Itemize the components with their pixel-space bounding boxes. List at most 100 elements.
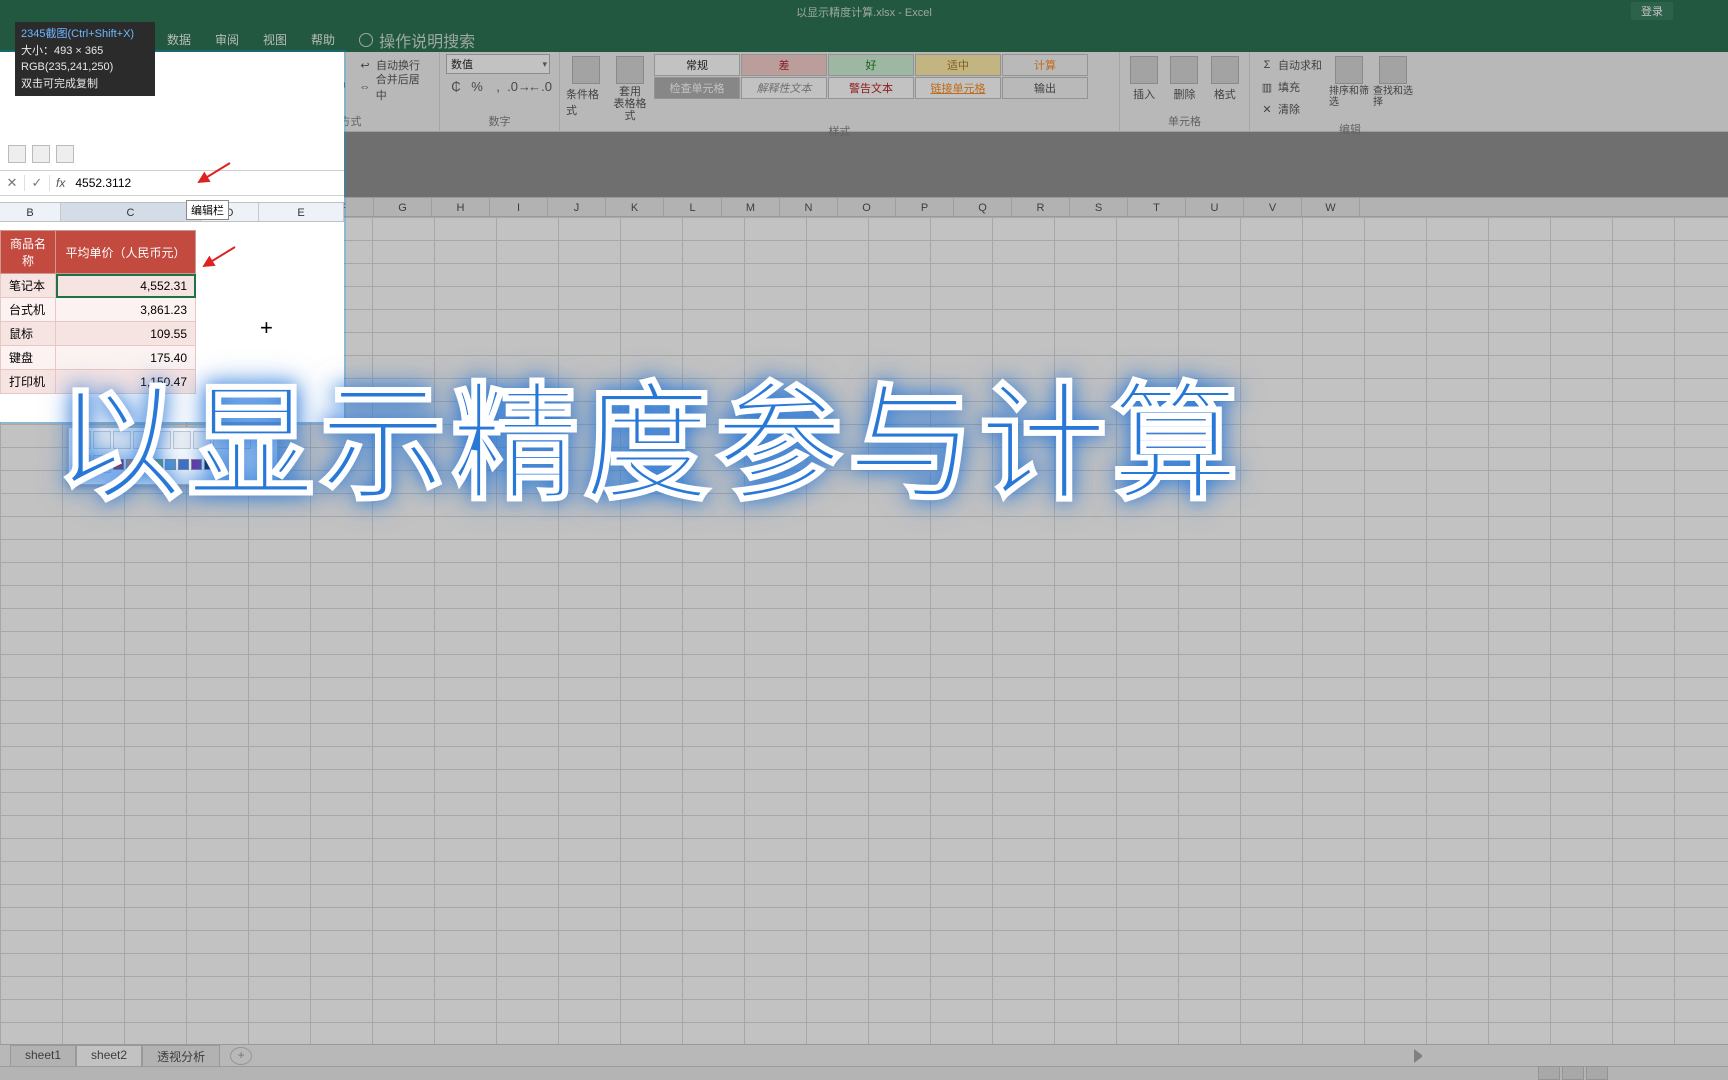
- sheet-tab[interactable]: 透视分析: [142, 1045, 220, 1067]
- tell-me[interactable]: 操作说明搜索: [359, 28, 475, 52]
- color-swatch[interactable]: [152, 459, 163, 470]
- table-cell[interactable]: 4,552.31: [56, 274, 196, 298]
- column-header[interactable]: M: [722, 198, 780, 216]
- table-cell[interactable]: 3,861.23: [56, 298, 196, 322]
- qat-button[interactable]: [32, 145, 50, 163]
- ribbon-tab[interactable]: 审阅: [203, 27, 251, 52]
- color-swatch[interactable]: [126, 459, 137, 470]
- style-cell[interactable]: 好: [828, 54, 914, 76]
- color-swatch[interactable]: [165, 459, 176, 470]
- autosum-button[interactable]: Σ自动求和: [1256, 54, 1325, 76]
- cell-cursor-icon: +: [260, 315, 273, 341]
- normal-view-button[interactable]: [1538, 1066, 1560, 1080]
- red-arrow-icon: [200, 244, 240, 279]
- table-cell[interactable]: 175.40: [56, 346, 196, 370]
- column-header[interactable]: V: [1244, 198, 1302, 216]
- page-break-view-button[interactable]: [1586, 1066, 1608, 1080]
- ribbon-tab[interactable]: 帮助: [299, 27, 347, 52]
- mini-toolbar[interactable]: [68, 427, 278, 485]
- column-header[interactable]: W: [1302, 198, 1360, 216]
- style-cell[interactable]: 输出: [1002, 77, 1088, 99]
- column-header[interactable]: O: [838, 198, 896, 216]
- format-button[interactable]: 格式: [1207, 54, 1243, 102]
- style-cell[interactable]: 检查单元格: [654, 77, 740, 99]
- insert-button[interactable]: 插入: [1126, 54, 1162, 102]
- color-swatch[interactable]: [113, 459, 124, 470]
- column-header[interactable]: T: [1128, 198, 1186, 216]
- mini-btn[interactable]: [173, 431, 191, 449]
- style-cell[interactable]: 链接单元格: [915, 77, 1001, 99]
- column-header[interactable]: K: [606, 198, 664, 216]
- clear-button[interactable]: ✕清除: [1256, 98, 1325, 120]
- qat-button[interactable]: [8, 145, 26, 163]
- percent-icon[interactable]: %: [467, 76, 487, 96]
- table-cell[interactable]: 打印机: [1, 370, 56, 394]
- column-headers-bright: B C D E: [0, 202, 344, 222]
- accounting-icon[interactable]: ₵: [446, 76, 466, 96]
- style-cell[interactable]: 解释性文本: [741, 77, 827, 99]
- mini-btn[interactable]: [213, 431, 231, 449]
- cell-styles-gallery[interactable]: 常规差好适中计算检查单元格解释性文本警告文本链接单元格输出: [654, 54, 1088, 99]
- column-header[interactable]: G: [374, 198, 432, 216]
- mini-btn[interactable]: [93, 455, 111, 473]
- color-swatch[interactable]: [204, 459, 215, 470]
- style-cell[interactable]: 警告文本: [828, 77, 914, 99]
- merge-center-button[interactable]: ⇔合并后居中: [354, 76, 433, 98]
- color-swatch[interactable]: [191, 459, 202, 470]
- ribbon-tab[interactable]: 视图: [251, 27, 299, 52]
- column-header[interactable]: P: [896, 198, 954, 216]
- formula-value[interactable]: 4552.3112: [71, 176, 135, 190]
- sheet-tab[interactable]: sheet2: [76, 1045, 142, 1067]
- table-cell[interactable]: 109.55: [56, 322, 196, 346]
- fx-icon[interactable]: fx: [50, 176, 71, 190]
- mini-btn[interactable]: [133, 431, 151, 449]
- enter-icon[interactable]: ✓: [25, 175, 50, 191]
- table-cell[interactable]: 台式机: [1, 298, 56, 322]
- column-header[interactable]: H: [432, 198, 490, 216]
- column-header[interactable]: J: [548, 198, 606, 216]
- mini-btn[interactable]: [153, 431, 171, 449]
- table-cell[interactable]: 1,150.47: [56, 370, 196, 394]
- table-cell[interactable]: 键盘: [1, 346, 56, 370]
- column-header[interactable]: I: [490, 198, 548, 216]
- ribbon-tab[interactable]: 数据: [155, 27, 203, 52]
- table-cell[interactable]: 鼠标: [1, 322, 56, 346]
- number-format-combo[interactable]: 数值: [446, 54, 550, 74]
- column-header[interactable]: R: [1012, 198, 1070, 216]
- comma-icon[interactable]: ,: [488, 76, 508, 96]
- style-cell[interactable]: 常规: [654, 54, 740, 76]
- mini-btn[interactable]: [93, 431, 111, 449]
- red-arrow-icon: [195, 160, 235, 195]
- style-cell[interactable]: 计算: [1002, 54, 1088, 76]
- mini-btn[interactable]: [193, 431, 211, 449]
- mini-btn[interactable]: [73, 431, 91, 449]
- sort-filter-button[interactable]: 排序和筛选: [1329, 54, 1369, 108]
- column-header[interactable]: Q: [954, 198, 1012, 216]
- add-sheet-button[interactable]: +: [230, 1047, 252, 1065]
- delete-button[interactable]: 删除: [1166, 54, 1202, 102]
- style-cell[interactable]: 差: [741, 54, 827, 76]
- mini-btn[interactable]: [73, 455, 91, 473]
- qat-button[interactable]: [56, 145, 74, 163]
- mini-btn[interactable]: [233, 431, 251, 449]
- column-header[interactable]: U: [1186, 198, 1244, 216]
- style-cell[interactable]: 适中: [915, 54, 1001, 76]
- scroll-hint-icon: [1414, 1049, 1428, 1063]
- color-swatch[interactable]: [139, 459, 150, 470]
- column-header[interactable]: N: [780, 198, 838, 216]
- fill-button[interactable]: ▥填充: [1256, 76, 1325, 98]
- conditional-format-button[interactable]: 条件格式: [566, 54, 606, 118]
- mini-btn[interactable]: [113, 431, 131, 449]
- table-format-button[interactable]: 套用 表格格式: [610, 54, 650, 122]
- sheet-tab[interactable]: sheet1: [10, 1045, 76, 1067]
- column-header[interactable]: L: [664, 198, 722, 216]
- cancel-icon[interactable]: ✕: [0, 175, 25, 191]
- color-swatch[interactable]: [178, 459, 189, 470]
- login-button[interactable]: 登录: [1631, 2, 1673, 20]
- find-select-button[interactable]: 查找和选择: [1373, 54, 1413, 108]
- page-layout-view-button[interactable]: [1562, 1066, 1584, 1080]
- column-header[interactable]: S: [1070, 198, 1128, 216]
- dec-decimal-icon[interactable]: ←.0: [530, 76, 550, 96]
- table-cell[interactable]: 笔记本: [1, 274, 56, 298]
- inc-decimal-icon[interactable]: .0→: [509, 76, 529, 96]
